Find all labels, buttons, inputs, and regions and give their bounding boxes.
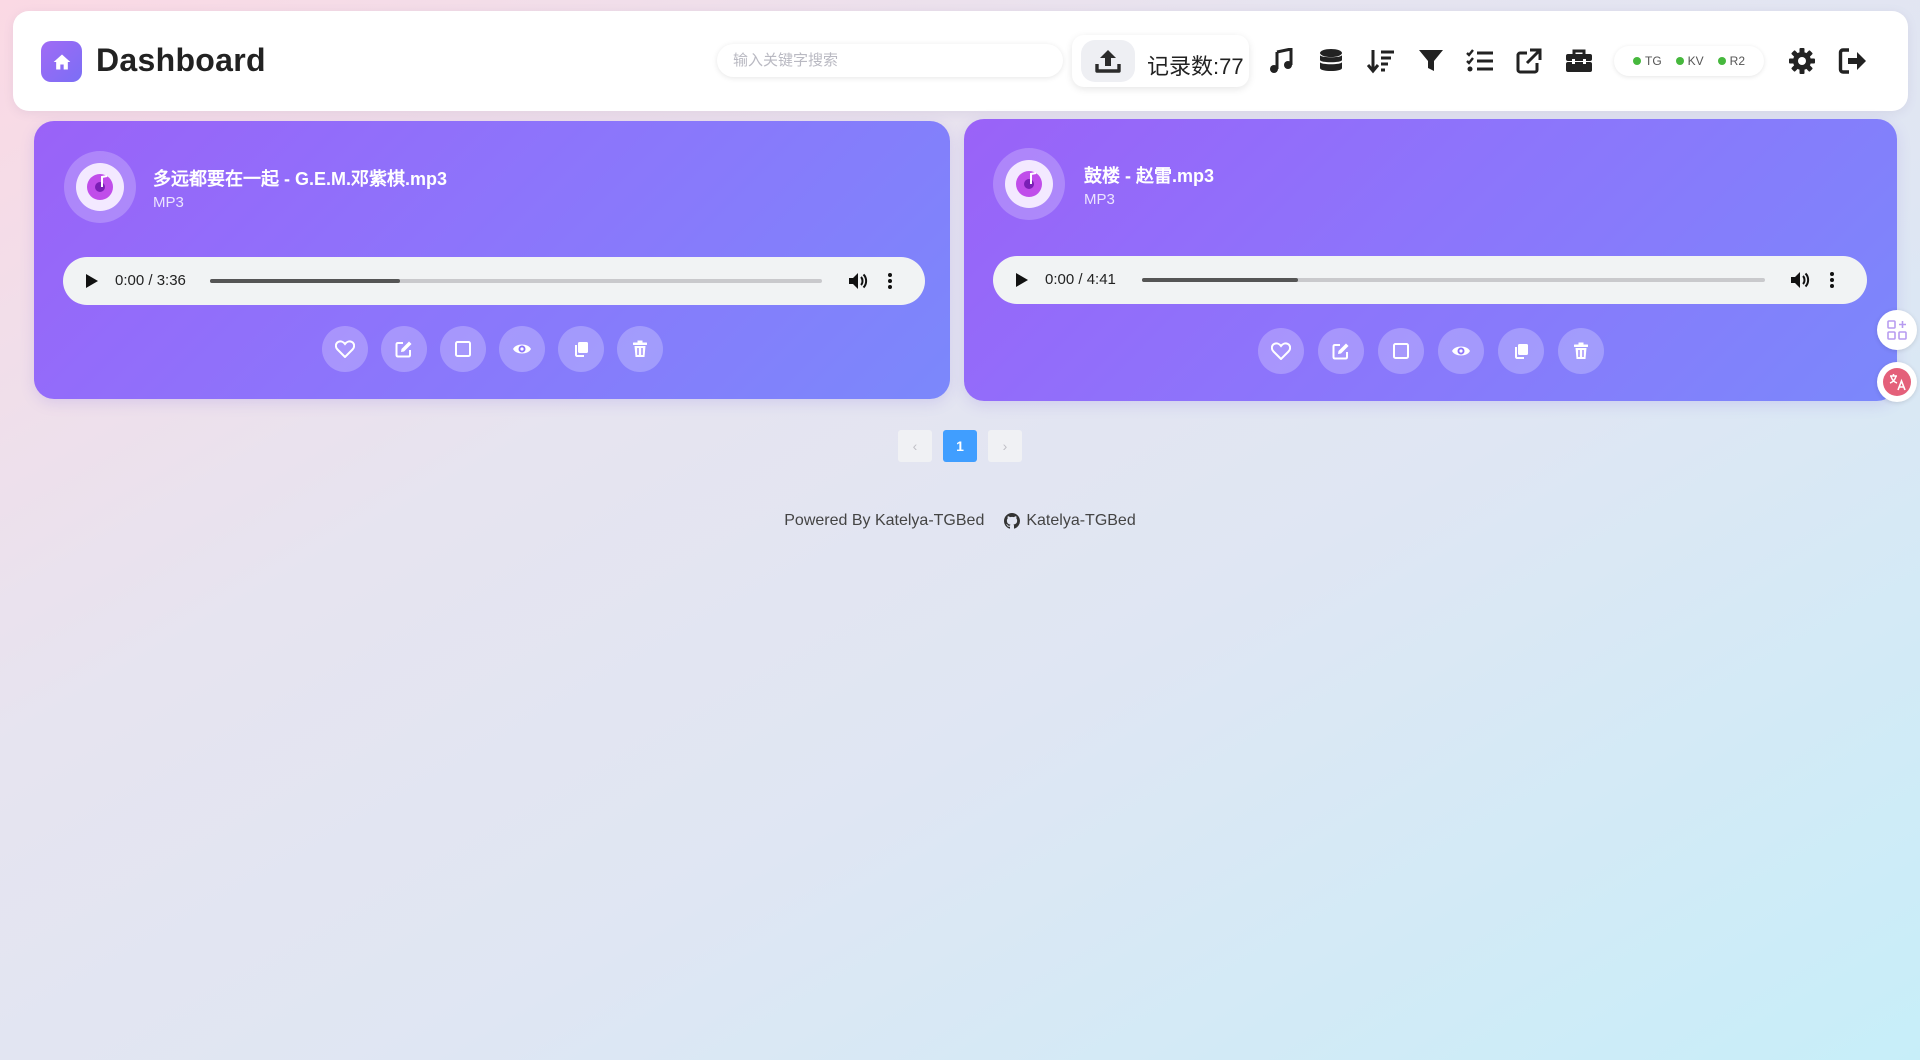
copy-icon: [574, 342, 588, 357]
filter-icon[interactable]: [1415, 45, 1447, 77]
play-icon[interactable]: [81, 271, 101, 291]
next-page-button[interactable]: ›: [988, 430, 1022, 462]
status-dot: [1675, 57, 1684, 65]
select-button[interactable]: [1377, 328, 1424, 374]
volume-icon[interactable]: [847, 270, 869, 292]
page-title: Dashboard: [96, 42, 266, 78]
copy-icon: [1514, 344, 1528, 359]
top-header: Dashboard 记录数:77 TG KV R2: [13, 11, 1908, 111]
file-card: 鼓楼 - 赵雷.mp3 MP3 0:00 / 4:41: [964, 119, 1897, 401]
gear-icon[interactable]: [1786, 45, 1818, 77]
preview-button[interactable]: [1437, 328, 1484, 374]
edit-button[interactable]: [380, 326, 427, 372]
more-options-icon[interactable]: [885, 270, 895, 292]
status-dot: [1717, 57, 1726, 65]
edit-button[interactable]: [1317, 328, 1364, 374]
file-card: 多远都要在一起 - G.E.M.邓紫棋.mp3 MP3 0:00 / 3:36: [34, 121, 950, 399]
select-checkbox-icon: [1392, 343, 1409, 359]
footer: Powered By Katelya-TGBed Katelya-TGBed: [0, 512, 1920, 530]
delete-button[interactable]: [616, 326, 663, 372]
heart-icon: [334, 340, 355, 358]
card-actions: [964, 328, 1897, 374]
card-actions: [34, 326, 950, 372]
music-disc-icon: [87, 174, 113, 200]
page-number-button[interactable]: 1: [943, 430, 977, 462]
database-icon[interactable]: [1315, 45, 1347, 77]
copy-button[interactable]: [557, 326, 604, 372]
github-link-label: Katelya-TGBed: [1026, 512, 1136, 529]
external-link-icon[interactable]: [1513, 45, 1545, 77]
search-input[interactable]: [717, 44, 1063, 77]
edit-icon: [1332, 343, 1348, 360]
file-name[interactable]: 鼓楼 - 赵雷.mp3: [1084, 162, 1214, 188]
trash-icon: [1573, 342, 1588, 359]
audio-player: 0:00 / 4:41: [993, 256, 1867, 304]
file-type: MP3: [153, 194, 184, 211]
translate-icon: [1883, 368, 1911, 396]
file-type: MP3: [1084, 191, 1115, 208]
floating-translate-button[interactable]: [1877, 362, 1917, 402]
music-file-avatar: [64, 151, 136, 223]
status-kv: KV: [1675, 54, 1704, 68]
toolbox-icon[interactable]: [1563, 45, 1595, 77]
add-widget-icon: [1887, 320, 1907, 340]
copy-button[interactable]: [1497, 328, 1544, 374]
seek-progress: [210, 279, 400, 283]
eye-icon: [1451, 346, 1470, 356]
select-checkbox-icon: [454, 341, 471, 357]
seek-bar[interactable]: [210, 279, 822, 283]
sort-icon[interactable]: [1365, 45, 1397, 77]
status-dot: [1632, 57, 1641, 65]
powered-by-text: Powered By Katelya-TGBed: [784, 512, 985, 529]
checklist-icon[interactable]: [1464, 45, 1496, 77]
upload-panel: 记录数:77: [1072, 35, 1249, 87]
floating-apps-button[interactable]: [1877, 310, 1917, 350]
logout-icon[interactable]: [1837, 45, 1869, 77]
delete-button[interactable]: [1557, 328, 1604, 374]
github-link[interactable]: Katelya-TGBed: [1004, 512, 1136, 530]
trash-icon: [632, 340, 647, 357]
volume-icon[interactable]: [1789, 269, 1811, 291]
music-icon[interactable]: [1265, 45, 1297, 77]
favorite-button[interactable]: [1257, 328, 1304, 374]
storage-status: TG KV R2: [1614, 46, 1764, 76]
music-disc-icon: [1016, 171, 1042, 197]
select-button[interactable]: [439, 326, 486, 372]
audio-time: 0:00 / 4:41: [1045, 271, 1116, 288]
record-count: 记录数:77: [1147, 54, 1244, 79]
home-icon[interactable]: [41, 41, 82, 82]
more-options-icon[interactable]: [1827, 269, 1837, 291]
upload-icon: [1095, 50, 1121, 73]
eye-icon: [512, 344, 531, 354]
seek-bar[interactable]: [1142, 278, 1765, 282]
status-tg: TG: [1632, 54, 1662, 68]
heart-icon: [1270, 342, 1291, 360]
seek-progress: [1142, 278, 1298, 282]
preview-button[interactable]: [498, 326, 545, 372]
edit-icon: [395, 341, 411, 358]
audio-player: 0:00 / 3:36: [63, 257, 925, 305]
pagination: ‹ 1 ›: [898, 430, 1022, 462]
status-r2: R2: [1717, 54, 1745, 68]
github-icon: [1004, 513, 1021, 529]
prev-page-button[interactable]: ‹: [898, 430, 932, 462]
play-icon[interactable]: [1011, 270, 1031, 290]
audio-time: 0:00 / 3:36: [115, 272, 186, 289]
music-file-avatar: [993, 148, 1065, 220]
favorite-button[interactable]: [321, 326, 368, 372]
file-name[interactable]: 多远都要在一起 - G.E.M.邓紫棋.mp3: [153, 165, 447, 191]
upload-button[interactable]: [1081, 40, 1135, 82]
